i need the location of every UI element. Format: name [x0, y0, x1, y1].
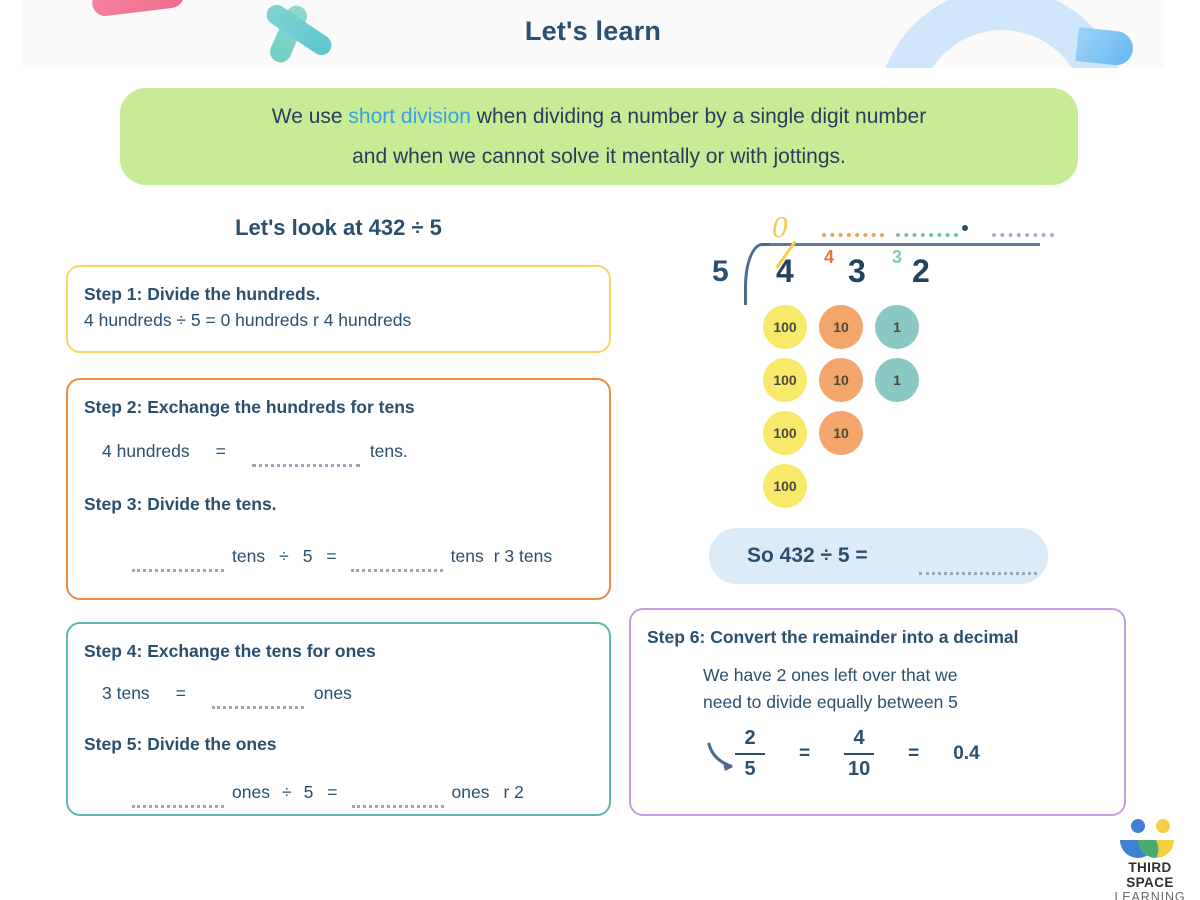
step-6-equals-2: = [908, 742, 920, 764]
step-6-equals-1: = [799, 742, 811, 764]
fraction-denominator: 5 [744, 757, 756, 780]
step-5-equals: = [327, 781, 338, 802]
step-2-title: Step 2: Exchange the hundreds for tens [84, 397, 415, 417]
step-2-unit: tens. [369, 441, 408, 462]
step-6-fraction-row: 2 5 = 4 10 = 0.4 [735, 727, 1108, 781]
step-3-divide-sign: ÷ [279, 545, 289, 566]
quotient-zero: 0 [772, 209, 788, 244]
counter-hundred: 100 [763, 305, 807, 349]
counter-ten: 10 [819, 358, 863, 402]
step-6-line-1: We have 2 ones left over that we [703, 665, 958, 686]
definition-text-after: when dividing a number by a single digit… [470, 104, 927, 128]
carry-mark-ones: 3 [892, 247, 903, 267]
division-bar [762, 243, 1040, 246]
step-6-title: Step 6: Convert the remainder into a dec… [647, 627, 1019, 647]
step-2-3-box: Step 2: Exchange the hundreds for tens 4… [66, 378, 611, 600]
logo-mark-icon [1108, 818, 1192, 860]
counter-empty-slot [875, 411, 919, 455]
fraction-denominator: 10 [847, 757, 871, 780]
pink-brush-decoration-icon [90, 0, 186, 18]
example-heading: Let's look at 432 ÷ 5 [235, 215, 442, 240]
slide-header: Let's learn [22, 0, 1164, 68]
counter-one: 1 [875, 358, 919, 402]
step-5-unit-a: ones [232, 781, 270, 802]
highlight-short-division: short division [348, 104, 471, 128]
definition-line-1: We use short division when dividing a nu… [272, 97, 926, 137]
page-title: Let's learn [524, 16, 662, 46]
division-bracket-icon [744, 243, 770, 305]
step-4-unit: ones [313, 683, 352, 704]
step-1-equation: 4 hundreds ÷ 5 = 0 hundreds r 4 hundreds [84, 310, 412, 331]
definition-text-before: We use [271, 104, 349, 128]
fraction-bar [844, 752, 875, 755]
definition-banner: We use short division when dividing a nu… [120, 88, 1078, 185]
counter-ten: 10 [819, 411, 863, 455]
step-1-box: Step 1: Divide the hundreds. 4 hundreds … [66, 265, 611, 353]
step-3-unit-a: tens [232, 545, 266, 566]
fraction-numerator: 4 [853, 726, 865, 749]
step-2-left-term: 4 hundreds [102, 441, 190, 462]
place-value-counters: 100 10 1 100 10 1 100 10 100 [763, 305, 919, 517]
carry-mark-tens: 4 [824, 247, 835, 267]
step-6-box: Step 6: Convert the remainder into a dec… [629, 608, 1126, 816]
step-6-line-2: need to divide equally between 5 [703, 692, 958, 713]
step-1-title: Step 1: Divide the hundreds. [84, 284, 321, 304]
step-3-equation-row: tens ÷ 5 = tens r 3 tens [132, 543, 593, 572]
step-3-equals: = [326, 545, 337, 566]
fraction-numerator: 2 [744, 726, 756, 749]
step-5-equation-row: ones ÷ 5 = ones r 2 [132, 779, 593, 808]
step-3-divisor: 5 [302, 545, 313, 566]
answer-summary-text: So 432 ÷ 5 = [747, 544, 868, 567]
step-5-divide-sign: ÷ [281, 781, 292, 802]
logo-text-secondary: LEARNING [1114, 890, 1186, 900]
dividend-digit-tens: 3 [848, 253, 866, 289]
counter-row: 100 [763, 464, 919, 508]
step-4-5-box: Step 4: Exchange the tens for ones 3 ten… [66, 622, 611, 816]
step-3-remainder: r 3 tens [493, 545, 553, 566]
counter-row: 100 10 [763, 411, 919, 455]
counter-hundred: 100 [763, 411, 807, 455]
step-4-equation-row: 3 tens = ones [102, 680, 593, 710]
quotient-blank-tens[interactable] [822, 233, 884, 237]
short-division-working: 0 5 4 4 3 3 2 [700, 205, 1080, 315]
counter-one: 1 [875, 305, 919, 349]
dividend-digit-ones: 2 [912, 253, 930, 289]
slide-root: Let's learn We use short division when d… [0, 0, 1200, 900]
counter-hundred: 100 [763, 464, 807, 508]
counter-empty-slot [819, 464, 863, 508]
step-5-divisor: 5 [303, 781, 314, 802]
fraction-four-tenths: 4 10 [844, 726, 875, 781]
step-2-equals: = [215, 441, 226, 462]
counter-row: 100 10 1 [763, 305, 919, 349]
step-5-unit-b: ones [451, 781, 490, 802]
step-6-decimal-result: 0.4 [953, 742, 980, 764]
step-2-equation-row: 4 hundreds = tens. [102, 438, 593, 468]
decimal-point-icon [962, 225, 968, 231]
step-3-unit-b: tens [450, 545, 484, 566]
step-6-body: We have 2 ones left over that we need to… [703, 662, 1108, 780]
quotient-blank-ones[interactable] [896, 233, 958, 237]
step-5-title: Step 5: Divide the ones [84, 733, 277, 754]
answer-summary-box: So 432 ÷ 5 = [709, 528, 1048, 584]
brand-logo: THIRD SPACE LEARNING [1108, 818, 1192, 900]
counter-empty-slot [875, 464, 919, 508]
counter-ten: 10 [819, 305, 863, 349]
curved-arrow-icon [707, 742, 733, 771]
logo-text-primary: THIRD SPACE [1126, 860, 1174, 890]
counter-hundred: 100 [763, 358, 807, 402]
answer-summary-blank[interactable] [919, 572, 1037, 575]
step-3-title: Step 3: Divide the tens. [84, 493, 277, 514]
quotient-blank-tenths[interactable] [992, 233, 1054, 237]
division-divisor: 5 [712, 255, 729, 288]
definition-line-2: and when we cannot solve it mentally or … [352, 144, 846, 168]
step-4-left-term: 3 tens [102, 683, 150, 704]
step-4-equals: = [175, 683, 186, 704]
step-4-title: Step 4: Exchange the tens for ones [84, 641, 376, 661]
counter-row: 100 10 1 [763, 358, 919, 402]
step-5-remainder: r 2 [503, 781, 524, 802]
